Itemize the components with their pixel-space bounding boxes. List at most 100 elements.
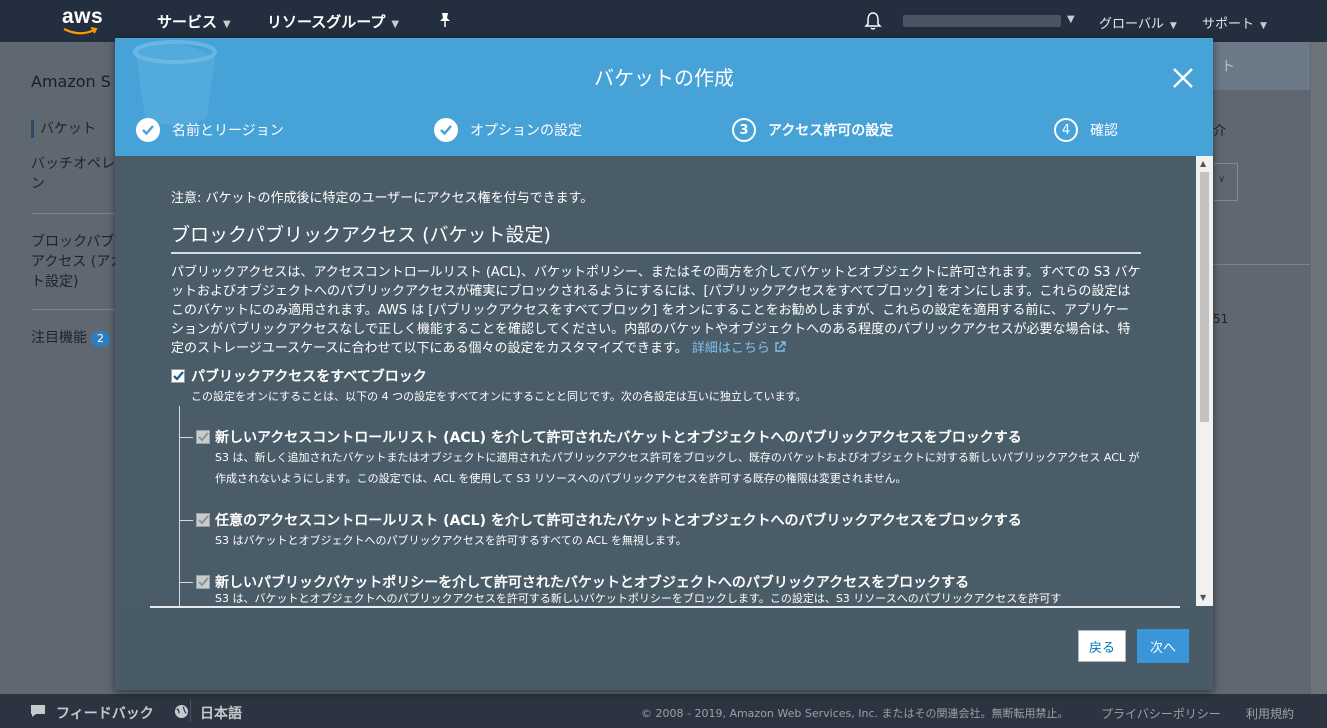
block-new-policies-checkbox[interactable]	[196, 575, 210, 589]
terms-link[interactable]: 利用規約	[1246, 705, 1294, 722]
block-new-acls-checkbox[interactable]	[196, 430, 210, 444]
sidebar-item-featured[interactable]: 注目機能 2	[31, 328, 110, 348]
step-review: 4 確認	[1054, 118, 1118, 142]
step-label: アクセス許可の設定	[768, 123, 894, 139]
services-menu[interactable]: サービス ▼	[157, 11, 231, 32]
smile-icon	[63, 27, 98, 35]
next-button-label: 次へ	[1149, 640, 1176, 656]
checkmark-icon	[172, 371, 184, 381]
heading-underline	[171, 252, 1141, 254]
scroll-up-icon[interactable]: ▲	[1200, 159, 1206, 168]
privacy-link[interactable]: プライバシーポリシー	[1101, 705, 1221, 722]
block-new-acls-label: 新しいアクセスコントロールリスト (ACL) を介して許可されたバケットとオブジ…	[215, 430, 1022, 446]
block-all-description: この設定をオンにすることは、以下の 4 つの設定をすべてオンにすることと同じです…	[191, 390, 807, 403]
tree-connector	[179, 437, 193, 438]
paragraph-text: パブリックアクセスは、アクセスコントロールリスト (ACL)、バケットポリシー、…	[171, 265, 1141, 356]
block-all-label[interactable]: パブリックアクセスをすべてブロック	[191, 366, 427, 386]
top-nav: aws サービス ▼ リソースグループ ▼ ▼ グローバル ▼ サポート ▼	[0, 0, 1327, 42]
dialog-title: バケットの作成	[594, 66, 734, 90]
tree-connector	[179, 406, 180, 606]
support-label: サポート	[1202, 17, 1255, 32]
chevron-down-icon: ▼	[223, 19, 231, 30]
copyright-text: © 2008 - 2019, Amazon Web Services, Inc.…	[641, 707, 1069, 720]
block-new-policies-label: 新しいパブリックバケットポリシーを介して許可されたバケットとオブジェクトへのパブ…	[215, 575, 970, 591]
services-label: サービス	[157, 13, 218, 31]
tree-connector	[179, 520, 193, 521]
description-paragraph: パブリックアクセスは、アクセスコントロールリスト (ACL)、バケットポリシー、…	[171, 263, 1141, 358]
feedback-link[interactable]: フィードバック	[56, 703, 154, 723]
dialog-scrollbar[interactable]: ▲ ▼	[1196, 156, 1213, 606]
block-any-acls-description: S3 はバケットとオブジェクトへのパブリックアクセスを許可するすべての ACL …	[215, 534, 687, 547]
sidebar-item-batch-operations[interactable]: バッチオペレ ン	[31, 154, 115, 194]
background-text: 介	[1213, 124, 1227, 139]
create-bucket-dialog: バケットの作成 名前とリージョン オプションの設定 3 アクセス許可の設定 4 …	[115, 38, 1213, 690]
next-button[interactable]: 次へ	[1137, 629, 1189, 663]
speech-bubble-icon	[31, 705, 45, 717]
logo-text: aws	[62, 5, 104, 28]
sidebar-item-buckets[interactable]: バケット	[40, 119, 96, 139]
external-link-icon	[775, 341, 786, 352]
region-label: グローバル	[1099, 17, 1164, 32]
learn-more-link[interactable]: 詳細はこちら	[692, 341, 786, 356]
section-heading: ブロックパブリックアクセス (バケット設定)	[171, 224, 551, 246]
resource-groups-menu[interactable]: リソースグループ ▼	[267, 11, 399, 32]
tree-connector	[179, 582, 193, 583]
step-label: 名前とリージョン	[172, 123, 284, 139]
checkmark-icon	[197, 577, 209, 587]
step-name-region: 名前とリージョン	[136, 118, 284, 142]
chevron-down-icon: ▼	[1260, 21, 1267, 31]
scrollbar-thumb[interactable]	[1200, 172, 1209, 422]
step-label: オプションの設定	[470, 123, 582, 139]
block-all-checkbox[interactable]	[171, 369, 185, 383]
background-header-band: ト	[1213, 42, 1310, 90]
background-text: ト	[1221, 59, 1235, 75]
block-new-policies-description: S3 は、バケットとオブジェクトへのパブリックアクセスを許可する新しいバケットポ…	[215, 592, 1062, 605]
step-number: 3	[732, 118, 756, 142]
step-options: オプションの設定	[434, 118, 582, 142]
scroll-down-icon[interactable]: ▼	[1200, 593, 1206, 602]
link-label: 詳細はこちら	[691, 341, 770, 356]
close-icon[interactable]	[1171, 66, 1195, 90]
region-menu[interactable]: グローバル ▼	[1099, 13, 1177, 32]
block-any-acls-label: 任意のアクセスコントロールリスト (ACL) を介して許可されたバケットとオブジ…	[215, 513, 1022, 529]
block-new-acls-description: S3 は、新しく追加されたバケットまたはオブジェクトに適用されたパブリックアクセ…	[215, 451, 1140, 485]
sidebar: Amazon S バケット バッチオペレ ン ブロックパブ アクセス (アカ ト…	[0, 42, 132, 694]
step-number: 4	[1054, 118, 1078, 142]
background-panel: ト 介 ∨ 51	[1213, 42, 1327, 694]
sidebar-item-label: ト設定)	[31, 274, 79, 290]
sidebar-item-block-public-access[interactable]: ブロックパブ アクセス (アカ ト設定)	[31, 232, 124, 292]
note-text: 注意: バケットの作成後に特定のユーザーにアクセス権を付与できます。	[171, 191, 594, 206]
checkmark-icon	[197, 515, 209, 525]
footer-divider	[150, 606, 1180, 608]
sidebar-title: Amazon S	[31, 72, 111, 91]
chevron-down-icon: ▼	[1169, 21, 1177, 31]
account-name-redacted[interactable]	[903, 15, 1061, 27]
background-text: 51	[1213, 312, 1229, 326]
dialog-header: バケットの作成 名前とリージョン オプションの設定 3 アクセス許可の設定 4 …	[115, 38, 1213, 156]
page-scrollbar[interactable]	[1311, 42, 1327, 694]
checkmark-icon	[197, 432, 209, 442]
language-selector[interactable]: 日本語	[200, 703, 242, 723]
count-badge: 2	[91, 331, 110, 347]
back-button[interactable]: 戻る	[1078, 630, 1126, 662]
check-circle-icon	[434, 118, 458, 142]
check-circle-icon	[136, 118, 160, 142]
divider	[190, 700, 191, 722]
sidebar-item-label: ブロックパブ	[31, 234, 115, 250]
sidebar-item-label: ン	[31, 176, 45, 192]
pin-icon[interactable]	[438, 12, 452, 28]
dialog-body: 注意: バケットの作成後に特定のユーザーにアクセス権を付与できます。 ブロックパ…	[115, 156, 1213, 606]
bell-icon[interactable]	[864, 11, 882, 31]
aws-logo[interactable]: aws	[58, 5, 108, 37]
sidebar-item-label: 注目機能	[31, 330, 87, 346]
active-indicator	[31, 120, 34, 138]
chevron-down-icon: ∨	[1218, 174, 1226, 185]
chevron-down-icon: ▼	[391, 19, 400, 30]
chevron-down-icon: ▼	[1067, 14, 1075, 25]
background-dropdown: ∨	[1214, 163, 1238, 201]
sidebar-item-label: アクセス (アカ	[31, 254, 125, 270]
back-button-label: 戻る	[1088, 640, 1115, 656]
block-any-acls-checkbox[interactable]	[196, 513, 210, 527]
support-menu[interactable]: サポート ▼	[1202, 13, 1267, 32]
step-label: 確認	[1090, 123, 1118, 139]
